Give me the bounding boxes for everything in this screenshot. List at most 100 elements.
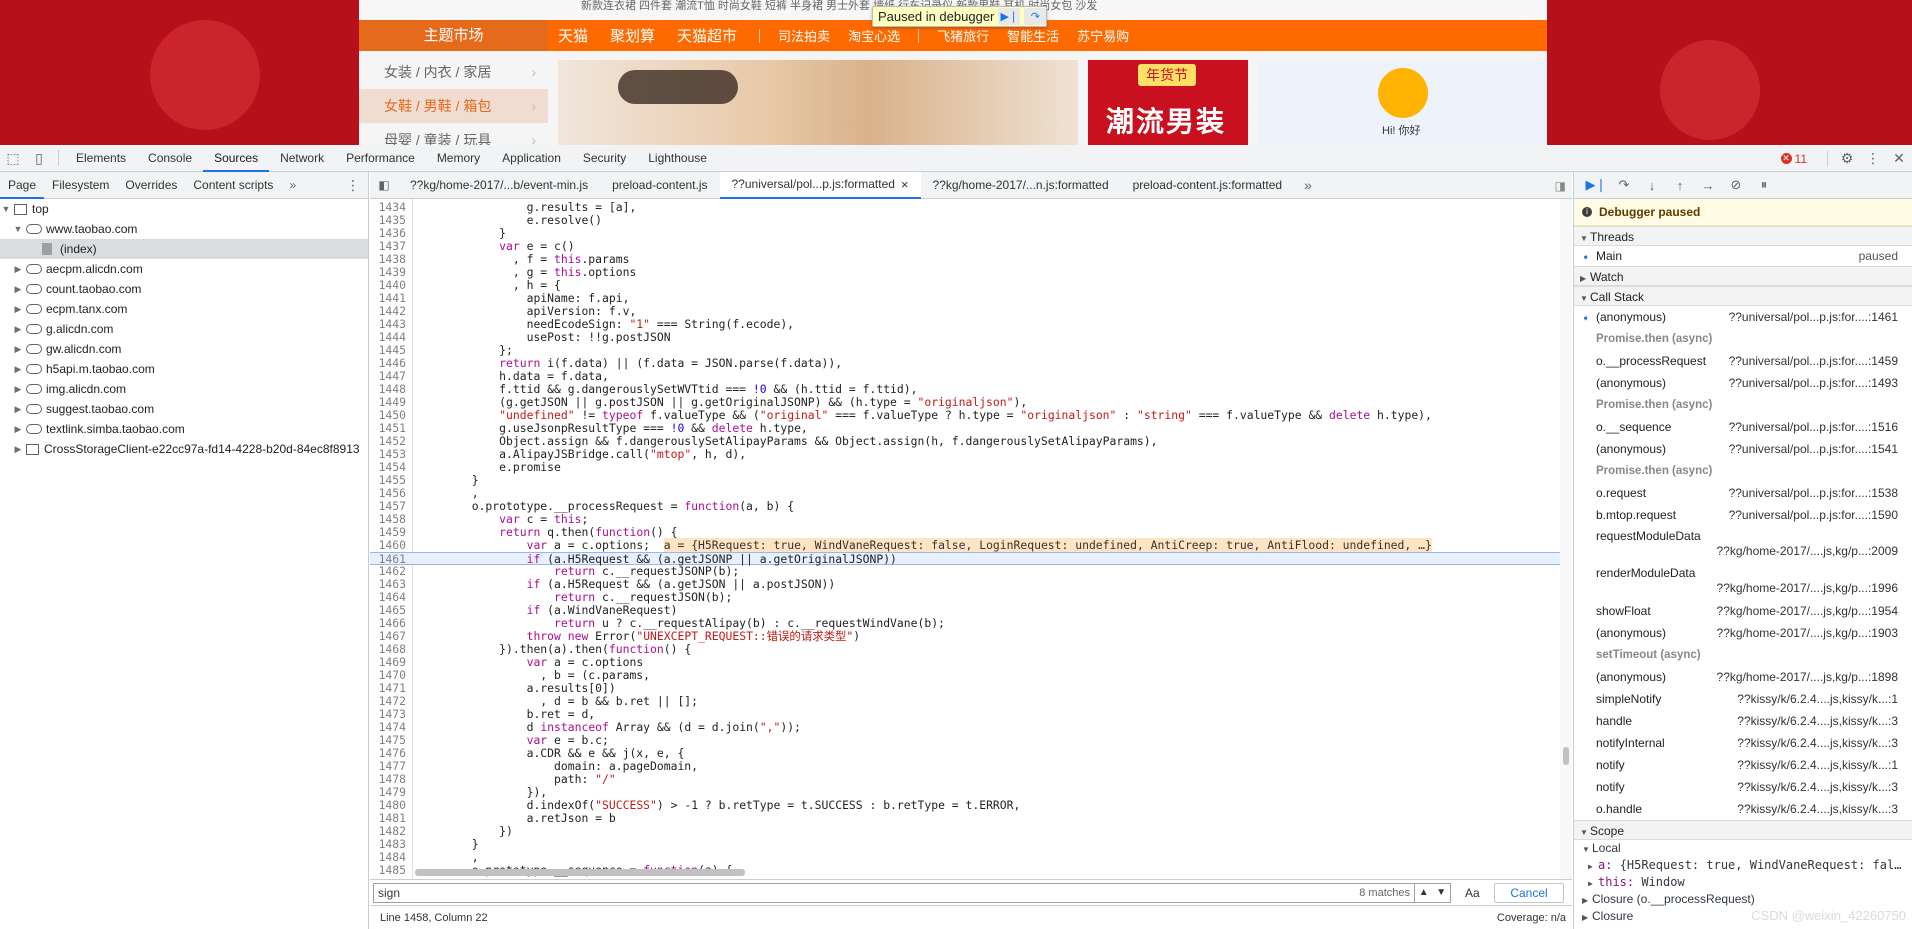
frame-location[interactable]: ??kissy/k/6.2.4....js,kissy/k...:1 — [1737, 688, 1898, 710]
frame-location[interactable]: ??universal/pol...p.js:for....:1516 — [1729, 416, 1898, 438]
expanded-arrow-icon[interactable]: ▼ — [12, 219, 24, 239]
code-line[interactable]: 1455 } — [370, 474, 1560, 487]
tab-console[interactable]: Console — [137, 145, 203, 172]
expanded-arrow-icon[interactable]: ▼ — [0, 199, 12, 219]
threads-header[interactable]: ▼ Threads — [1574, 226, 1912, 246]
tab-network[interactable]: Network — [269, 145, 335, 172]
call-frame[interactable]: requestModuleData ??kg/home-2017/....js,k… — [1574, 526, 1912, 563]
scope-var-a[interactable]: ▶ a: {H5Request: true, WindVaneRequest: f… — [1574, 857, 1912, 874]
frame-location[interactable]: ??kg/home-2017/....js,kg/p...:1898 — [1717, 666, 1898, 688]
navigator-tab-content-scripts[interactable]: Content scripts — [185, 172, 281, 199]
code-line[interactable]: 1444 usePost: !!g.postJSON — [370, 331, 1560, 344]
frame-location[interactable]: ??kissy/k/6.2.4....js,kissy/k...:3 — [1737, 798, 1898, 820]
tab-sources[interactable]: Sources — [203, 145, 270, 172]
tree-item-domain[interactable]: ▶ textlink.simba.taobao.com — [0, 419, 368, 439]
scope-header[interactable]: ▼ Scope — [1574, 820, 1912, 840]
toggle-debugger-icon[interactable]: ◨ — [1555, 172, 1566, 199]
navigator-tab-filesystem[interactable]: Filesystem — [44, 172, 117, 199]
call-frame[interactable]: b.mtop.request ??universal/pol...p.js:for… — [1574, 504, 1912, 526]
code-line[interactable]: 1454 e.promise — [370, 461, 1560, 474]
tab-security[interactable]: Security — [572, 145, 637, 172]
tab-lighthouse[interactable]: Lighthouse — [637, 145, 718, 172]
inspect-element-icon[interactable]: ⬚ — [0, 145, 26, 172]
new-year-banner[interactable]: 年货节 潮流男装 — [1088, 60, 1248, 145]
tree-item-domain[interactable]: ▶ h5api.m.taobao.com — [0, 359, 368, 379]
tab-memory[interactable]: Memory — [426, 145, 491, 172]
code-line[interactable]: 1482 }) — [370, 825, 1560, 838]
category-item[interactable]: 母婴 / 童装 / 玩具 — [359, 123, 548, 145]
call-frame[interactable]: renderModuleData ??kg/home-2017/....js,kg… — [1574, 563, 1912, 600]
call-frame[interactable]: o.request ??universal/pol...p.js:for....:… — [1574, 482, 1912, 504]
thread-main[interactable]: ➧ Main paused — [1574, 246, 1912, 266]
code-line[interactable]: 1435 e.resolve() — [370, 214, 1560, 227]
collapsed-arrow-icon[interactable]: ▶ — [12, 259, 24, 279]
file-tab-active[interactable]: ??universal/pol...p.js:formatted × — [719, 171, 921, 199]
call-frame[interactable]: (anonymous) ??kg/home-2017/....js,kg/p...… — [1574, 666, 1912, 688]
file-tab[interactable]: preload-content.js — [600, 172, 719, 199]
code-line[interactable]: 1483 } — [370, 838, 1560, 851]
collapsed-arrow-icon[interactable]: ▶ — [12, 379, 24, 399]
gear-icon[interactable]: ⚙ — [1834, 145, 1860, 172]
call-frame[interactable]: handle ??kissy/k/6.2.4....js,kissy/k...:3 — [1574, 710, 1912, 732]
step-out-icon[interactable]: ↑ — [1666, 172, 1694, 199]
call-frame[interactable]: showFloat ??kg/home-2017/....js,kg/p...:1… — [1574, 600, 1912, 622]
nav-link[interactable]: 飞猪旅行 — [937, 26, 989, 45]
chevron-up-icon[interactable]: ▲ — [1419, 887, 1429, 898]
call-frame[interactable]: simpleNotify ??kissy/k/6.2.4....js,kissy/… — [1574, 688, 1912, 710]
match-case-toggle[interactable]: Aa — [1465, 886, 1480, 900]
collapsed-arrow-icon[interactable]: ▶ — [12, 299, 24, 319]
promo-banner[interactable] — [558, 60, 1078, 145]
navigator-tab-page[interactable]: Page — [0, 172, 45, 199]
frame-location[interactable]: ??kissy/k/6.2.4....js,kissy/k...:1 — [1737, 754, 1898, 776]
tree-item-domain[interactable]: ▶ count.taobao.com — [0, 279, 368, 299]
search-input[interactable]: sign 8 matches — [373, 882, 1415, 903]
tab-elements[interactable]: Elements — [65, 145, 137, 172]
scope-closure[interactable]: ▶ Closure (o.__processRequest) — [1574, 891, 1912, 908]
category-item[interactable]: 女鞋 / 男鞋 / 箱包 — [359, 89, 548, 123]
frame-location[interactable]: ??kg/home-2017/....js,kg/p...:1996 — [1582, 581, 1912, 596]
tree-item-domain[interactable]: ▶ gw.alicdn.com — [0, 339, 368, 359]
tree-item-domain[interactable]: ▶ img.alicdn.com — [0, 379, 368, 399]
nav-link[interactable]: 苏宁易购 — [1077, 26, 1129, 45]
frame-location[interactable]: ??kg/home-2017/....js,kg/p...:2009 — [1582, 544, 1912, 559]
frame-location[interactable]: ??kissy/k/6.2.4....js,kissy/k...:3 — [1737, 732, 1898, 754]
tree-item-domain[interactable]: ▶ ecpm.tanx.com — [0, 299, 368, 319]
search-cancel-button[interactable]: Cancel — [1494, 883, 1564, 903]
chevron-down-icon[interactable]: ▼ — [1436, 887, 1446, 898]
tree-item-domain[interactable]: ▶ aecpm.alicdn.com — [0, 259, 368, 279]
file-tab[interactable]: ??kg/home-2017/...n.js:formatted — [921, 172, 1121, 199]
pause-on-exceptions-icon[interactable]: ⏸ — [1750, 172, 1778, 199]
call-frame[interactable]: (anonymous) ??universal/pol...p.js:for...… — [1574, 438, 1912, 460]
collapsed-arrow-icon[interactable]: ▶ — [12, 439, 24, 459]
call-frame[interactable]: notifyInternal ??kissy/k/6.2.4....js,kiss… — [1574, 732, 1912, 754]
frame-location[interactable]: ??kg/home-2017/....js,kg/p...:1954 — [1717, 600, 1898, 622]
collapsed-arrow-icon[interactable]: ▶ — [12, 279, 24, 299]
frame-location[interactable]: ??universal/pol...p.js:for....:1493 — [1729, 372, 1898, 394]
frame-location[interactable]: ??universal/pol...p.js:for....:1461 — [1729, 306, 1898, 328]
nav-link[interactable]: 智能生活 — [1007, 26, 1059, 45]
chevron-right-icon[interactable]: » — [281, 172, 304, 199]
frame-location[interactable]: ??kissy/k/6.2.4....js,kissy/k...:3 — [1737, 710, 1898, 732]
coverage-status[interactable]: Coverage: n/a — [1497, 906, 1566, 929]
code-line[interactable]: 1481 a.retJson = b — [370, 812, 1560, 825]
scrollbar-thumb[interactable] — [1563, 747, 1569, 765]
call-frame[interactable]: o.__sequence ??universal/pol...p.js:for..… — [1574, 416, 1912, 438]
collapsed-arrow-icon[interactable]: ▶ — [12, 359, 24, 379]
call-frame[interactable]: notify ??kissy/k/6.2.4....js,kissy/k...:3 — [1574, 776, 1912, 798]
kebab-menu-icon[interactable]: ⋮ — [346, 172, 360, 199]
collapsed-arrow-icon[interactable]: ▶ — [12, 339, 24, 359]
nav-link[interactable]: 天猫超市 — [677, 25, 737, 46]
tree-item-top[interactable]: ▼ top — [0, 199, 368, 219]
device-toolbar-icon[interactable]: ▯ — [26, 145, 52, 172]
file-tab[interactable]: preload-content.js:formatted — [1121, 172, 1294, 199]
call-frame[interactable]: o.handle ??kissy/k/6.2.4....js,kissy/k...… — [1574, 798, 1912, 820]
horizontal-scrollbar[interactable] — [415, 869, 745, 876]
navigator-tab-overrides[interactable]: Overrides — [117, 172, 185, 199]
code-line[interactable]: 1478 path: "/" — [370, 773, 1560, 786]
nav-link[interactable]: 淘宝心选 — [848, 26, 900, 45]
tree-item-domain[interactable]: ▶ suggest.taobao.com — [0, 399, 368, 419]
nav-link[interactable]: 聚划算 — [610, 25, 655, 46]
frame-location[interactable]: ??universal/pol...p.js:for....:1459 — [1729, 350, 1898, 372]
frame-location[interactable]: ??universal/pol...p.js:for....:1538 — [1729, 482, 1898, 504]
watch-header[interactable]: ▶ Watch — [1574, 266, 1912, 286]
